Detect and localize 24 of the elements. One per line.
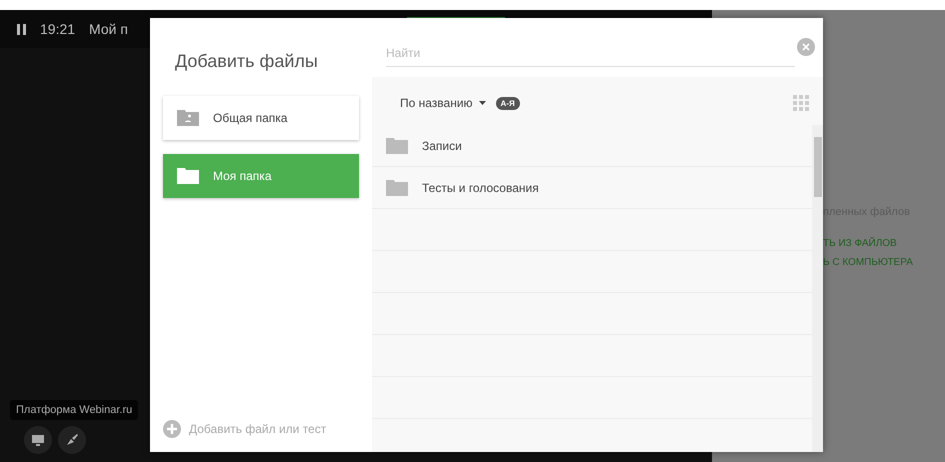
session-time: 19:21 [40,21,76,37]
file-list-row[interactable]: Тесты и голосования [372,167,812,209]
caret-icon [478,101,486,105]
shared-folder-icon [177,110,199,126]
file-name: Тесты и голосования [422,180,539,194]
folder-icon [386,180,408,196]
plus-circle-icon [163,420,181,438]
file-list-row[interactable]: Записи [372,125,812,167]
pause-icon[interactable] [17,24,26,34]
file-name: Записи [422,138,462,152]
sort-dropdown[interactable]: По названию [400,96,486,110]
brush-button[interactable] [58,426,86,454]
folder-icon [177,168,199,184]
screen-share-button[interactable] [24,426,52,454]
monitor-icon [32,434,44,446]
close-icon [802,43,810,51]
sort-order-toggle[interactable]: А-Я [496,96,520,110]
folder-icon [386,138,408,154]
scrollbar[interactable] [812,125,823,452]
platform-tooltip: Платформа Webinar.ru [10,400,138,420]
webinar-title: Мой п [89,21,128,37]
folder-tab[interactable]: Общая папка [163,96,359,140]
brush-icon [66,434,78,446]
dialog-title: Добавить файлы [175,51,319,72]
